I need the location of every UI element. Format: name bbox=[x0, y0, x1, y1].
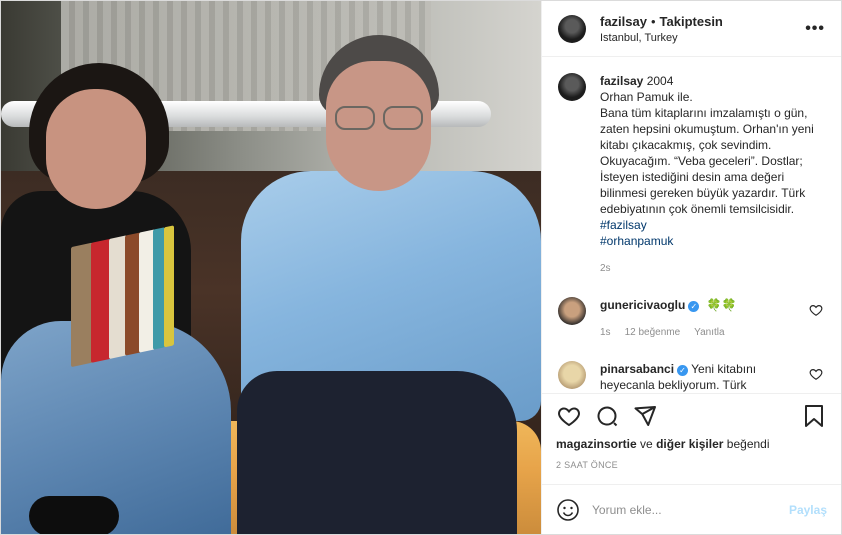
comment-username[interactable]: gunericivaoglu bbox=[600, 298, 685, 312]
caption-text: Orhan Pamuk ile. Bana tüm kitaplarını im… bbox=[600, 90, 814, 216]
comment-item: pinarsabanci ✓ Yeni kitabını heyecanla be… bbox=[558, 361, 825, 393]
follow-status[interactable]: Takiptesin bbox=[660, 14, 723, 29]
comment-username[interactable]: pinarsabanci bbox=[600, 362, 674, 376]
caption-time[interactable]: 2s bbox=[600, 261, 824, 277]
verified-badge-icon: ✓ bbox=[677, 365, 689, 376]
likes-connector: ve bbox=[640, 437, 653, 451]
paper-plane-icon[interactable] bbox=[632, 403, 658, 429]
hashtag-link[interactable]: #orhanpamuk bbox=[600, 234, 673, 248]
photo-book bbox=[91, 238, 111, 363]
caption-avatar[interactable] bbox=[558, 73, 586, 101]
comment-icon[interactable] bbox=[594, 403, 620, 429]
bookmark-icon[interactable] bbox=[801, 403, 827, 429]
more-options-icon[interactable]: ••• bbox=[805, 20, 825, 38]
hashtag-link[interactable]: #fazilsay bbox=[600, 218, 647, 232]
comments-area[interactable]: fazilsay 2004 Orhan Pamuk ile. Bana tüm … bbox=[542, 57, 841, 393]
emoji-icon[interactable] bbox=[556, 498, 580, 522]
comment-body: pinarsabanci ✓ Yeni kitabını heyecanla be… bbox=[600, 361, 806, 393]
post-photo[interactable] bbox=[1, 1, 541, 534]
commenter-avatar[interactable] bbox=[558, 297, 586, 325]
likes-summary: magazinsortie ve diğer kişiler beğendi bbox=[556, 437, 827, 451]
photo-book bbox=[164, 225, 174, 348]
caption-year: 2004 bbox=[646, 74, 674, 88]
liker-username[interactable]: magazinsortie bbox=[556, 437, 637, 451]
comment-like-heart-icon[interactable] bbox=[809, 367, 823, 381]
post-caption: fazilsay 2004 Orhan Pamuk ile. Bana tüm … bbox=[558, 73, 825, 277]
comment-body: gunericivaoglu ✓ 🍀🍀 1s 12 beğenme Yanıtla bbox=[600, 297, 806, 341]
author-username[interactable]: fazilsay bbox=[600, 14, 647, 29]
post-side-panel: fazilsay • Takiptesin Istanbul, Turkey •… bbox=[541, 1, 841, 534]
photo-books bbox=[71, 225, 176, 372]
add-comment-bar: Paylaş bbox=[542, 484, 841, 534]
caption-hashtags: #fazilsay #orhanpamuk bbox=[600, 217, 824, 249]
separator-dot: • bbox=[650, 13, 656, 29]
comment-text: 🍀🍀 bbox=[706, 298, 737, 312]
author-line: fazilsay • Takiptesin bbox=[600, 14, 805, 29]
comment-input[interactable] bbox=[592, 502, 789, 517]
post-location[interactable]: Istanbul, Turkey bbox=[600, 32, 805, 44]
photo-book bbox=[71, 242, 93, 368]
author-info: fazilsay • Takiptesin Istanbul, Turkey bbox=[600, 14, 805, 44]
comment-like-heart-icon[interactable] bbox=[809, 303, 823, 317]
photo-person-right-pants bbox=[237, 371, 517, 534]
heart-icon[interactable] bbox=[556, 403, 582, 429]
share-comment-button[interactable]: Paylaş bbox=[789, 503, 827, 517]
post-header: fazilsay • Takiptesin Istanbul, Turkey •… bbox=[542, 1, 841, 57]
likes-suffix: beğendi bbox=[726, 437, 770, 451]
comment-time[interactable]: 1s bbox=[600, 325, 611, 341]
photo-glasses bbox=[335, 106, 425, 132]
instagram-post-view: fazilsay • Takiptesin Istanbul, Turkey •… bbox=[0, 0, 842, 535]
comment-like-count[interactable]: 12 beğenme bbox=[625, 325, 681, 341]
other-likers-link[interactable]: diğer kişiler bbox=[656, 437, 723, 451]
action-icon-row bbox=[556, 402, 827, 430]
verified-badge-icon: ✓ bbox=[688, 301, 700, 312]
author-avatar[interactable] bbox=[558, 14, 586, 43]
reply-button[interactable]: Yanıtla bbox=[694, 325, 724, 341]
caption-username[interactable]: fazilsay bbox=[600, 74, 643, 88]
caption-body: fazilsay 2004 Orhan Pamuk ile. Bana tüm … bbox=[600, 73, 824, 277]
posted-time[interactable]: 2 SAAT ÖNCE bbox=[556, 460, 827, 470]
post-actions: magazinsortie ve diğer kişiler beğendi 2… bbox=[542, 393, 841, 470]
comment-meta: 1s 12 beğenme Yanıtla bbox=[600, 325, 806, 341]
photo-person-left-face bbox=[46, 89, 146, 209]
comment-item: gunericivaoglu ✓ 🍀🍀 1s 12 beğenme Yanıtla bbox=[558, 297, 825, 341]
commenter-avatar[interactable] bbox=[558, 361, 586, 389]
photo-shoe bbox=[29, 496, 119, 534]
